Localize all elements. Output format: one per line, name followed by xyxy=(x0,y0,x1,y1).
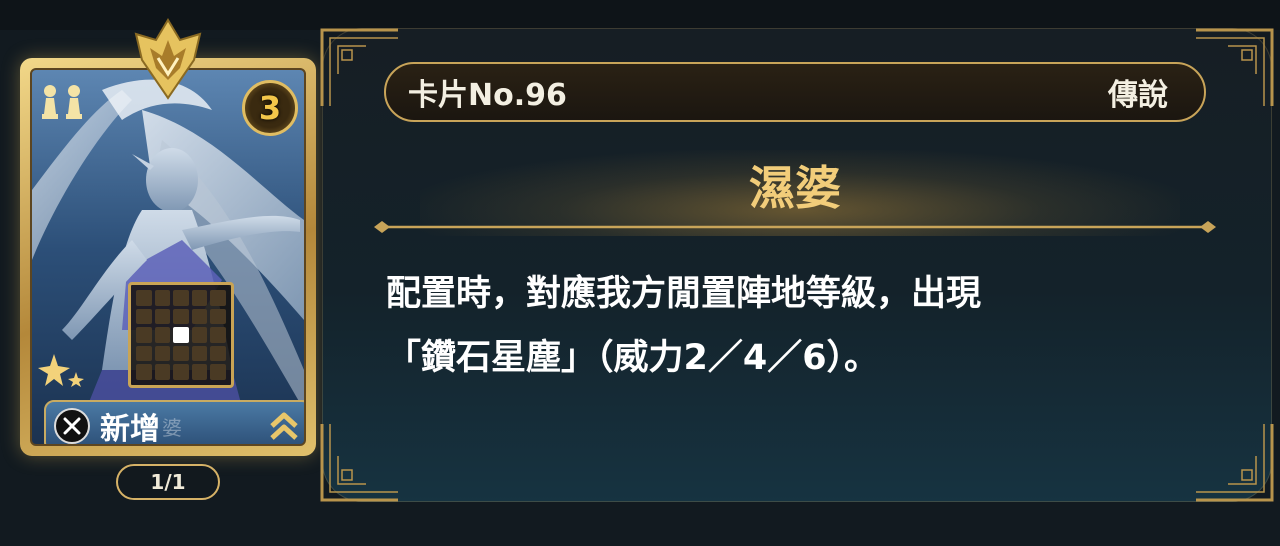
grid-cell xyxy=(154,327,171,343)
card-frame[interactable]: 3 新增 婆 xyxy=(20,58,316,456)
card-rarity: 傳說 xyxy=(1108,78,1168,113)
card-name: 濕婆 xyxy=(749,161,841,215)
name-hint-label: 婆 xyxy=(162,415,182,440)
grid-cell xyxy=(154,364,171,380)
card-art-area: 3 新增 婆 xyxy=(30,68,306,446)
double-chevron-up-icon[interactable] xyxy=(266,408,302,444)
add-label: 新增 xyxy=(100,412,160,446)
grid-cell xyxy=(173,364,189,380)
grid-cell xyxy=(210,345,226,362)
placement-grid xyxy=(128,282,234,388)
card-header-bar: 卡片No.96 傳說 xyxy=(384,62,1206,122)
cost-badge: 3 xyxy=(242,80,298,136)
grid-cell xyxy=(210,327,226,343)
grid-cell xyxy=(136,345,152,362)
grid-cell xyxy=(191,290,208,306)
card-number: 卡片No.96 xyxy=(408,78,567,113)
pawn-icon xyxy=(66,85,82,119)
pawn-icon xyxy=(42,85,58,119)
card-count: 1/1 xyxy=(116,464,220,500)
corner-ornament-icon xyxy=(1196,424,1274,502)
grid-cell xyxy=(191,345,208,362)
pawn-icons xyxy=(40,82,84,122)
grid-cell xyxy=(154,290,171,306)
title-divider xyxy=(374,221,1216,233)
grid-cell xyxy=(173,308,189,325)
grid-cell xyxy=(191,364,208,380)
description-line: 配置時，對應我方閒置陣地等級，出現 xyxy=(386,274,982,314)
crown-emblem-icon xyxy=(134,18,202,100)
description-line: 「鑽石星塵」（威力2／4／6）。 xyxy=(386,338,880,378)
grid-cell xyxy=(136,290,152,306)
grid-cell xyxy=(191,327,208,343)
star-rank-icon xyxy=(38,354,84,387)
corner-ornament-icon xyxy=(320,424,398,502)
grid-cell xyxy=(191,308,208,325)
grid-cell-active xyxy=(173,327,189,343)
grid-cell xyxy=(210,290,226,306)
grid-cell xyxy=(154,308,171,325)
card-description: 配置時，對應我方閒置陣地等級，出現 「鑽石星塵」（威力2／4／6）。 xyxy=(386,262,1186,390)
grid-cell xyxy=(136,364,152,380)
grid-cell xyxy=(136,308,152,325)
x-button-icon[interactable] xyxy=(54,408,90,444)
grid-cell xyxy=(154,345,171,362)
grid-cell xyxy=(173,345,189,362)
grid-cell xyxy=(210,308,226,325)
grid-cell xyxy=(173,290,189,306)
grid-cell xyxy=(136,327,152,343)
add-card-button[interactable]: 新增 婆 xyxy=(44,400,304,446)
grid-cell xyxy=(210,364,226,380)
cost-value: 3 xyxy=(258,89,282,127)
